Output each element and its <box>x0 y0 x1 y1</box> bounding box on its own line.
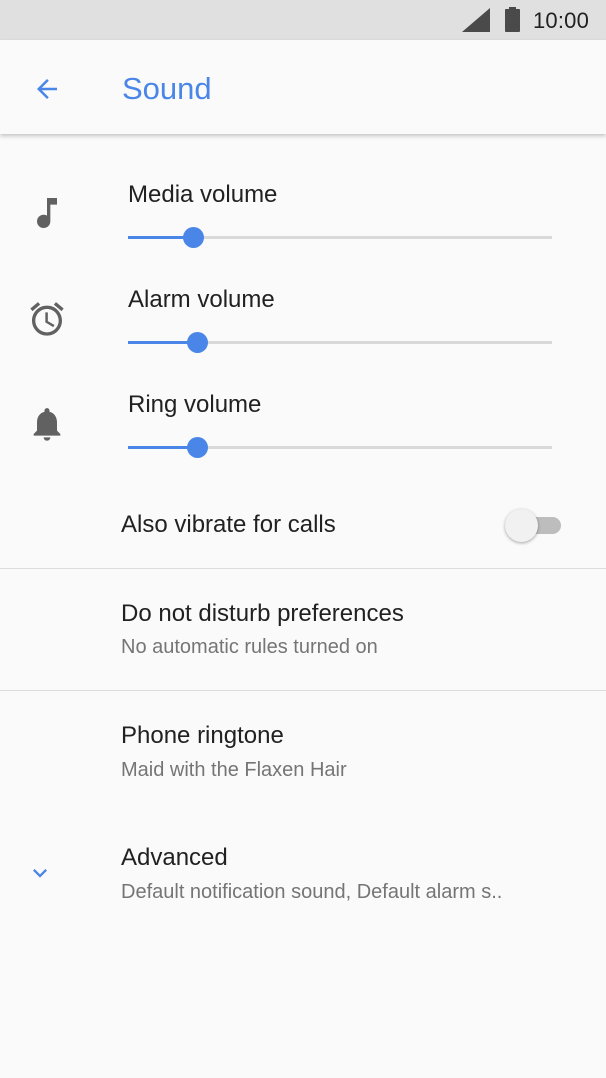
divider <box>0 690 606 691</box>
dnd-title: Do not disturb preferences <box>121 600 404 627</box>
slider-thumb[interactable] <box>183 227 204 248</box>
ringtone-summary: Maid with the Flaxen Hair <box>121 759 347 781</box>
ringtone-title: Phone ringtone <box>121 722 284 749</box>
advanced-item[interactable]: Advanced Default notification sound, Def… <box>0 814 606 914</box>
arrow-back-icon <box>37 79 57 99</box>
divider <box>0 568 606 569</box>
media-volume-label: Media volume <box>128 181 278 208</box>
slider-thumb[interactable] <box>187 332 208 353</box>
page-title: Sound <box>122 71 212 106</box>
status-bar: 10:00 <box>0 0 606 40</box>
dnd-summary: No automatic rules turned on <box>121 636 378 658</box>
advanced-title: Advanced <box>121 844 228 871</box>
ring-volume-slider[interactable] <box>128 432 552 462</box>
signal-icon <box>462 8 490 32</box>
media-volume-slider[interactable] <box>128 222 552 252</box>
slider-thumb[interactable] <box>187 437 208 458</box>
toggle-knob <box>505 509 538 542</box>
advanced-summary: Default notification sound, Default alar… <box>121 881 503 903</box>
dnd-preferences-item[interactable]: Do not disturb preferences No automatic … <box>0 570 606 670</box>
chevron-down-icon <box>33 869 47 878</box>
vibrate-for-calls-label: Also vibrate for calls <box>121 511 336 538</box>
vibrate-toggle[interactable] <box>505 508 563 542</box>
back-button[interactable] <box>22 68 72 108</box>
ring-volume-label: Ring volume <box>128 391 262 418</box>
battery-icon <box>505 7 520 32</box>
bell-icon <box>27 404 67 444</box>
status-time: 10:00 <box>533 8 590 33</box>
app-bar: Sound <box>0 40 606 134</box>
alarm-volume-label: Alarm volume <box>128 286 275 313</box>
vibrate-for-calls-row[interactable]: Also vibrate for calls <box>0 490 606 560</box>
alarm-clock-icon <box>27 299 67 339</box>
phone-ringtone-item[interactable]: Phone ringtone Maid with the Flaxen Hair <box>0 692 606 792</box>
music-note-icon <box>27 193 67 233</box>
alarm-volume-slider[interactable] <box>128 327 552 357</box>
